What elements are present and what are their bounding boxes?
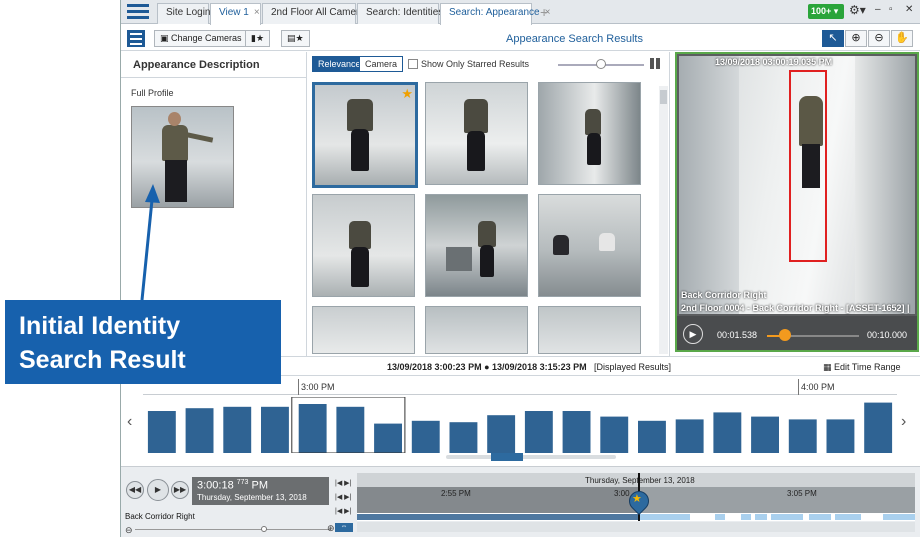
callout-arrow — [140, 184, 160, 301]
callout-line-2: Search Result — [19, 346, 186, 374]
callout-line-1: Initial Identity — [19, 312, 181, 340]
callout-label: Initial Identity Search Result — [5, 300, 281, 384]
